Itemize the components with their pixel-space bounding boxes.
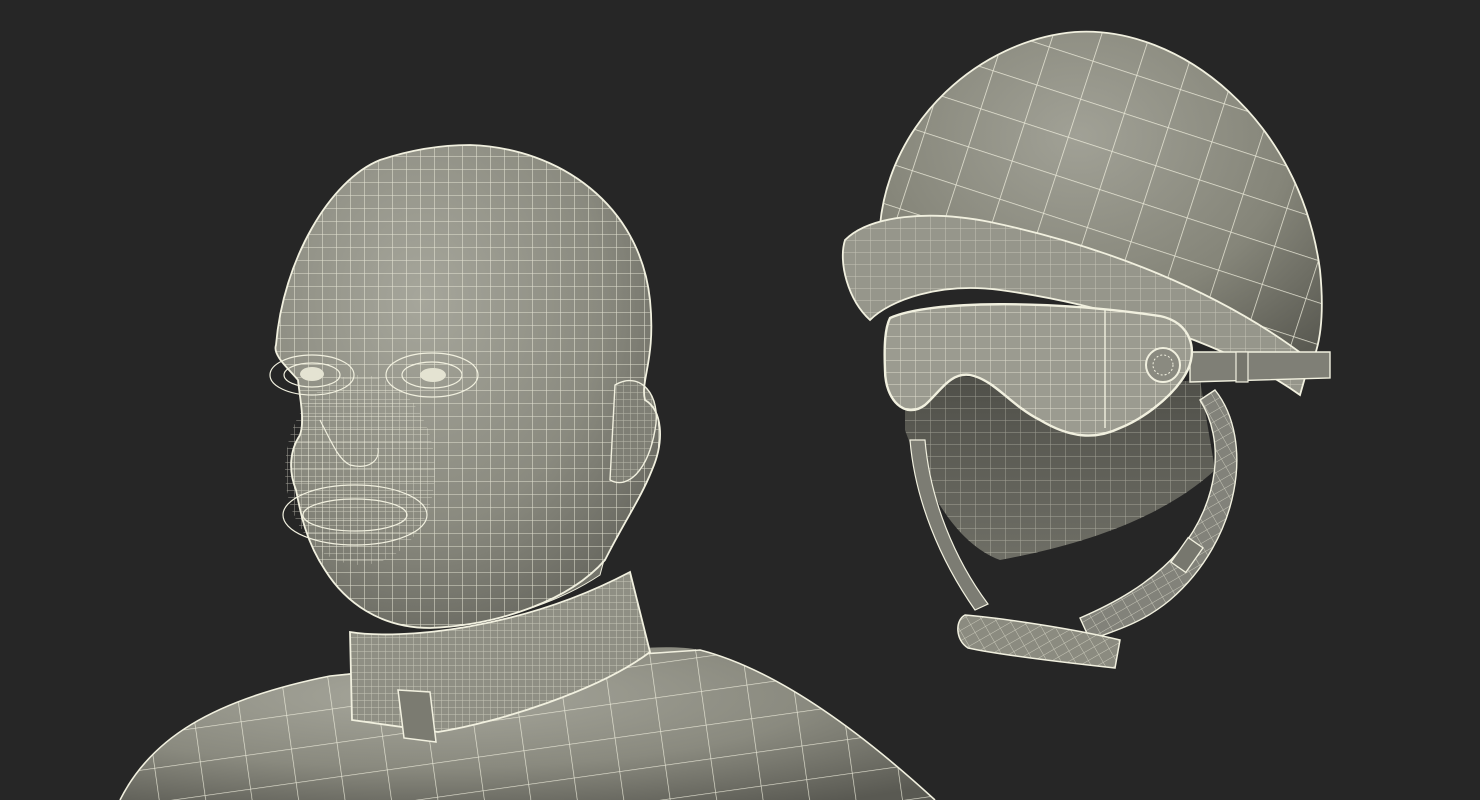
goggle-vent-icon (1145, 347, 1181, 383)
left-eye (300, 367, 324, 381)
jockey-helmet-model (841, 30, 1331, 669)
jockey-head-model (119, 144, 936, 800)
right-eye (420, 368, 446, 382)
wireframe-render (119, 30, 1331, 800)
render-viewport (0, 0, 1480, 800)
head-mesh (269, 144, 661, 629)
